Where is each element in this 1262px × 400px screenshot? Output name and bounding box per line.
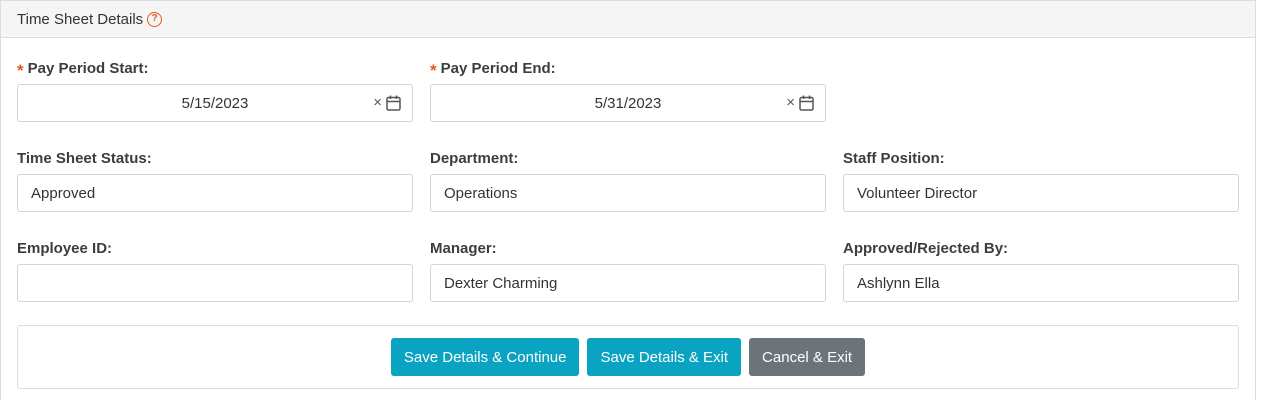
pay-period-start-field: * Pay Period Start: 5/15/2023 × — [17, 58, 414, 122]
staff-position-label: Staff Position: — [843, 149, 945, 167]
clear-icon[interactable]: × — [786, 94, 795, 112]
employee-id-label: Employee ID: — [17, 239, 113, 257]
calendar-icon[interactable] — [799, 95, 814, 111]
approved-rejected-by-label: Approved/Rejected By: — [843, 239, 1009, 257]
pay-period-end-input[interactable]: 5/31/2023 × — [430, 84, 826, 122]
manager-input[interactable]: Dexter Charming — [430, 264, 826, 302]
pay-period-start-label: * Pay Period Start: — [17, 59, 149, 80]
cancel-exit-button[interactable]: Cancel & Exit — [749, 338, 866, 376]
required-marker: * — [430, 60, 437, 80]
department-field: Department: Operations — [430, 148, 827, 212]
action-button-bar: Save Details & Continue Save Details & E… — [17, 325, 1239, 389]
save-details-exit-button[interactable]: Save Details & Exit — [587, 338, 742, 376]
save-details-continue-button[interactable]: Save Details & Continue — [390, 338, 580, 376]
time-sheet-status-field: Time Sheet Status: Approved — [17, 148, 414, 212]
staff-position-field: Staff Position: Volunteer Director — [843, 148, 1240, 212]
clear-icon[interactable]: × — [373, 94, 382, 112]
employee-id-input[interactable] — [17, 264, 413, 302]
panel-title: Time Sheet Details — [17, 10, 144, 28]
pay-period-end-field: * Pay Period End: 5/31/2023 × — [430, 58, 827, 122]
time-sheet-status-label: Time Sheet Status: — [17, 149, 152, 167]
pay-period-start-input[interactable]: 5/15/2023 × — [17, 84, 413, 122]
question-circle-icon[interactable]: ? — [147, 11, 163, 27]
calendar-icon[interactable] — [386, 95, 401, 111]
time-sheet-status-input[interactable]: Approved — [17, 174, 413, 212]
pay-period-end-label: * Pay Period End: — [430, 59, 556, 80]
department-label: Department: — [430, 149, 519, 167]
employee-id-field: Employee ID: — [17, 238, 414, 302]
approved-rejected-by-input[interactable]: Ashlynn Ella — [843, 264, 1239, 302]
required-marker: * — [17, 60, 24, 80]
time-sheet-details-panel: Time Sheet Details ? * Pay Period Start:… — [0, 0, 1256, 400]
panel-header: Time Sheet Details ? — [1, 1, 1255, 38]
manager-label: Manager: — [430, 239, 497, 257]
department-input[interactable]: Operations — [430, 174, 826, 212]
manager-field: Manager: Dexter Charming — [430, 238, 827, 302]
staff-position-input[interactable]: Volunteer Director — [843, 174, 1239, 212]
approved-rejected-by-field: Approved/Rejected By: Ashlynn Ella — [843, 238, 1240, 302]
